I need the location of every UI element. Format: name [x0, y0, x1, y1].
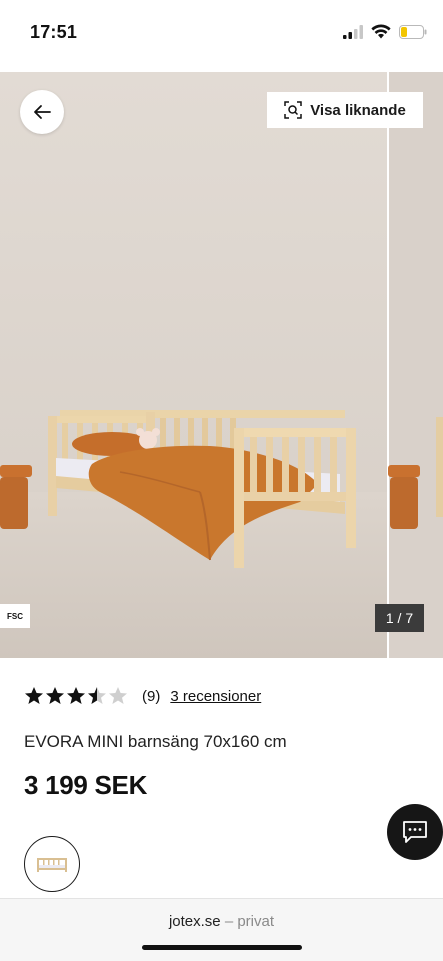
battery-icon — [399, 24, 427, 39]
side-table-left — [0, 465, 32, 529]
image-counter: 1 / 7 — [375, 604, 424, 632]
star-empty-icon — [109, 687, 127, 704]
variant-thumbnail[interactable] — [24, 836, 80, 892]
wifi-icon — [371, 24, 391, 39]
product-price: 3 199 SEK — [24, 770, 148, 800]
product-title: EVORA MINI barnsäng 70x160 cm — [24, 732, 287, 751]
browser-domain: jotex.se — [168, 913, 221, 930]
status-bar: 17:51 — [0, 0, 443, 72]
rating-row: (9) 3 recensioner — [24, 686, 261, 706]
fsc-badge: FSC — [0, 604, 30, 628]
star-icon — [67, 687, 85, 704]
show-similar-label: Visa liknande — [310, 101, 406, 119]
product-photo — [0, 72, 443, 658]
signal-icon — [343, 24, 363, 39]
back-button[interactable] — [20, 90, 64, 134]
chat-icon — [403, 821, 427, 843]
star-half-icon — [88, 687, 106, 704]
browser-address-bar[interactable]: jotex.se – privat — [0, 898, 443, 961]
status-time: 17:51 — [30, 22, 78, 42]
bed-thumbnail-icon — [37, 858, 67, 872]
visual-search-icon — [284, 101, 302, 119]
browser-url: jotex.se – privat — [0, 913, 443, 930]
star-icon — [46, 687, 64, 704]
side-table-right — [388, 465, 420, 529]
show-similar-button[interactable]: Visa liknande — [267, 92, 423, 128]
chat-button[interactable] — [387, 804, 443, 860]
product-image-gallery[interactable] — [0, 72, 443, 658]
browser-private-note: – privat — [224, 913, 275, 930]
status-icons — [343, 24, 427, 39]
reviews-link[interactable]: 3 recensioner — [170, 688, 261, 705]
rating-count: (9) — [142, 687, 161, 705]
star-icon — [25, 687, 43, 704]
star-rating — [25, 687, 127, 704]
home-indicator[interactable] — [142, 945, 302, 950]
arrow-left-icon — [34, 105, 51, 119]
